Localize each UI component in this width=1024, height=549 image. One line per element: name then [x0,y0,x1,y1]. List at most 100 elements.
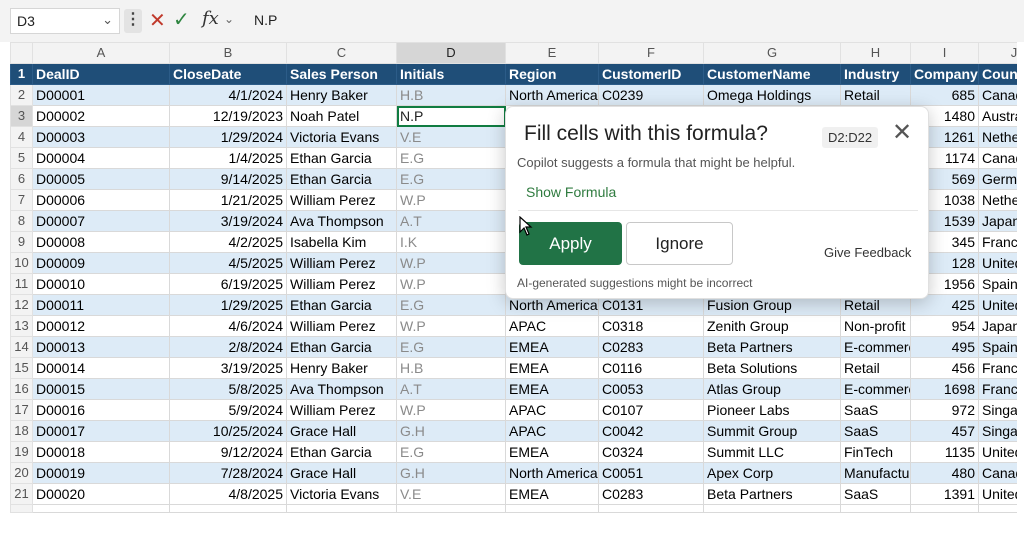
cell[interactable]: Victoria Evans [286,126,397,148]
cell[interactable]: W.P [396,189,506,211]
apply-button[interactable]: Apply [519,222,622,265]
cell[interactable]: C0318 [598,315,704,337]
cell[interactable]: 480 [910,462,979,484]
cell[interactable]: Apex Corp [703,462,841,484]
cell[interactable]: EMEA [505,378,599,400]
row-header[interactable]: 12 [10,294,33,316]
column-header[interactable]: A [32,42,170,64]
cell[interactable]: C0283 [598,483,704,505]
cell[interactable]: C0116 [598,357,704,379]
cell[interactable]: E.G [396,294,506,316]
cell[interactable]: A.T [396,210,506,232]
column-header[interactable]: J [978,42,1017,64]
chevron-down-icon[interactable]: ⌄ [102,12,113,28]
cell[interactable]: SaaS [840,420,911,442]
cell[interactable]: Ethan Garcia [286,441,397,463]
insert-function-button[interactable]: fx [202,8,219,29]
cell[interactable]: C0051 [598,462,704,484]
name-box[interactable]: D3 ⌄ [10,8,120,34]
column-header[interactable]: C [286,42,397,64]
cell[interactable]: D00010 [32,273,170,295]
cell[interactable]: 4/5/2025 [169,252,287,274]
cell[interactable]: 4/1/2024 [169,84,287,106]
cell[interactable]: 9/14/2025 [169,168,287,190]
row-header[interactable]: 18 [10,420,33,442]
header-cell[interactable]: Initials [396,63,506,85]
cell[interactable]: 456 [910,357,979,379]
cell[interactable]: Grace Hall [286,420,397,442]
cell[interactable]: 1391 [910,483,979,505]
cell[interactable]: E.G [396,441,506,463]
cell[interactable]: D00006 [32,189,170,211]
cell[interactable]: EMEA [505,336,599,358]
cell[interactable]: 972 [910,399,979,421]
cell[interactable]: A.T [396,378,506,400]
column-header[interactable]: H [840,42,911,64]
cell[interactable]: William Perez [286,252,397,274]
row-header[interactable]: 21 [10,483,33,505]
cell[interactable]: G.H [396,420,506,442]
header-cell[interactable]: CompanySize [910,63,979,85]
cell[interactable]: Beta Partners [703,336,841,358]
column-header[interactable]: E [505,42,599,64]
cell[interactable]: Summit Group [703,420,841,442]
cell[interactable]: William Perez [286,315,397,337]
row-header[interactable]: 6 [10,168,33,190]
cell[interactable]: Canada [978,84,1017,106]
cell[interactable]: North America [505,84,599,106]
cell[interactable]: Singapore [978,399,1017,421]
chevron-down-icon[interactable]: ⌄ [224,12,234,26]
cell[interactable]: APAC [505,315,599,337]
cell[interactable]: D00012 [32,315,170,337]
header-cell[interactable]: Sales Person [286,63,397,85]
cell[interactable]: 12/19/2023 [169,105,287,127]
cell[interactable]: 9/12/2024 [169,441,287,463]
cell[interactable]: Summit LLC [703,441,841,463]
cell[interactable]: 1698 [910,378,979,400]
cell[interactable]: E.G [396,336,506,358]
cell[interactable]: Atlas Group [703,378,841,400]
cell[interactable]: 1/4/2025 [169,147,287,169]
cell[interactable]: C0053 [598,378,704,400]
cell[interactable]: W.P [396,252,506,274]
cell[interactable]: Spain [978,336,1017,358]
cell[interactable]: D00019 [32,462,170,484]
cell[interactable]: I.K [396,231,506,253]
cell[interactable]: E-commerce [840,378,911,400]
cell[interactable]: Netherlands [978,189,1017,211]
cell[interactable]: Retail [840,84,911,106]
cell[interactable]: C0239 [598,84,704,106]
column-header[interactable]: F [598,42,704,64]
cell[interactable]: William Perez [286,273,397,295]
cell[interactable]: 4/2/2025 [169,231,287,253]
cell[interactable]: SaaS [840,483,911,505]
cell[interactable]: United States [978,294,1017,316]
cell[interactable]: Omega Holdings [703,84,841,106]
header-cell[interactable]: CustomerName [703,63,841,85]
row-header[interactable]: 19 [10,441,33,463]
cell[interactable]: D00020 [32,483,170,505]
cell[interactable]: D00005 [32,168,170,190]
cell[interactable]: C0107 [598,399,704,421]
cell[interactable]: 457 [910,420,979,442]
cell[interactable]: D00007 [32,210,170,232]
cell[interactable]: France [978,231,1017,253]
cell[interactable]: Henry Baker [286,357,397,379]
column-header[interactable]: B [169,42,287,64]
cell[interactable]: United States [978,441,1017,463]
cell[interactable]: APAC [505,399,599,421]
row-header[interactable]: 7 [10,189,33,211]
cell[interactable]: 1/29/2024 [169,126,287,148]
cell[interactable]: Spain [978,273,1017,295]
checkmark-icon[interactable]: ✓ [173,7,190,32]
cell[interactable]: D00008 [32,231,170,253]
row-header[interactable]: 3 [10,105,33,127]
cell[interactable]: D00001 [32,84,170,106]
cell[interactable]: 495 [910,336,979,358]
cell[interactable]: G.H [396,462,506,484]
row-header[interactable]: 15 [10,357,33,379]
cell[interactable]: E.G [396,168,506,190]
cell[interactable]: 3/19/2025 [169,357,287,379]
close-icon[interactable]: ✕ [892,118,912,147]
cell[interactable]: W.P [396,399,506,421]
